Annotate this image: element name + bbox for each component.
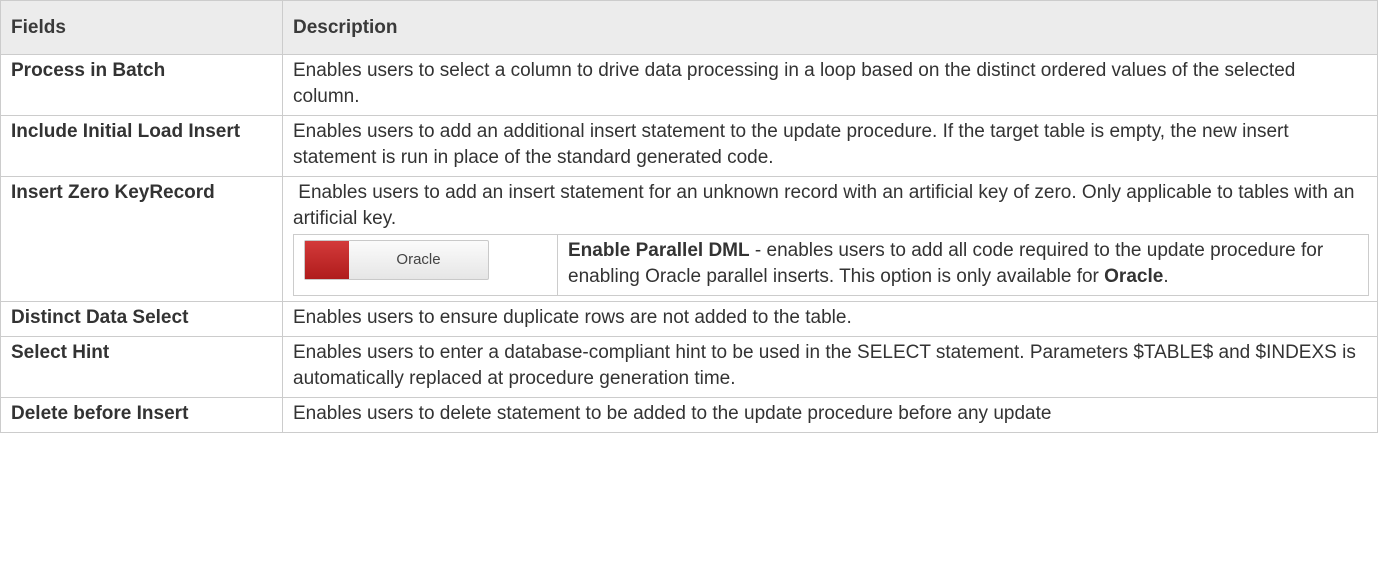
field-description: Enables users to add an additional inser… [282,115,1378,177]
oracle-note-title: Enable Parallel DML [568,240,750,261]
table-row: Include Initial Load Insert Enables user… [0,115,1378,177]
field-name: Include Initial Load Insert [0,115,283,177]
field-name: Process in Batch [0,54,283,116]
field-description: Enables users to select a column to driv… [282,54,1378,116]
table-row: Distinct Data Select Enables users to en… [0,301,1378,337]
oracle-red-stripe [305,241,349,279]
table-header-row: Fields Description [0,0,1378,55]
field-name: Delete before Insert [0,397,283,433]
oracle-note-text: Enable Parallel DML - enables users to a… [557,234,1369,296]
table-row: Process in Batch Enables users to select… [0,54,1378,116]
oracle-badge-label: Oracle [396,251,441,268]
fields-table: Fields Description Process in Batch Enab… [0,0,1378,433]
field-description: Enables users to delete statement to be … [282,397,1378,433]
oracle-note-end: . [1163,266,1169,287]
field-description: Enables users to ensure duplicate rows a… [282,301,1378,337]
field-description: Enables users to enter a database-compli… [282,336,1378,398]
field-description-cell: Enables users to add an insert statement… [282,176,1378,302]
oracle-note-table: Oracle Enable Parallel DML - enables use… [293,234,1369,296]
field-name: Insert Zero KeyRecord [0,176,283,302]
oracle-note-row: Oracle Enable Parallel DML - enables use… [293,234,1369,296]
table-row: Select Hint Enables users to enter a dat… [0,336,1378,398]
header-fields: Fields [0,0,283,55]
oracle-note-platform: Oracle [1104,266,1164,287]
oracle-badge: Oracle [304,240,489,280]
oracle-badge-cell: Oracle [293,234,558,296]
table-row: Delete before Insert Enables users to de… [0,397,1378,433]
header-description: Description [282,0,1378,55]
field-name: Select Hint [0,336,283,398]
field-description: Enables users to add an insert statement… [293,182,1360,229]
field-name: Distinct Data Select [0,301,283,337]
table-row: Insert Zero KeyRecord Enables users to a… [0,176,1378,302]
